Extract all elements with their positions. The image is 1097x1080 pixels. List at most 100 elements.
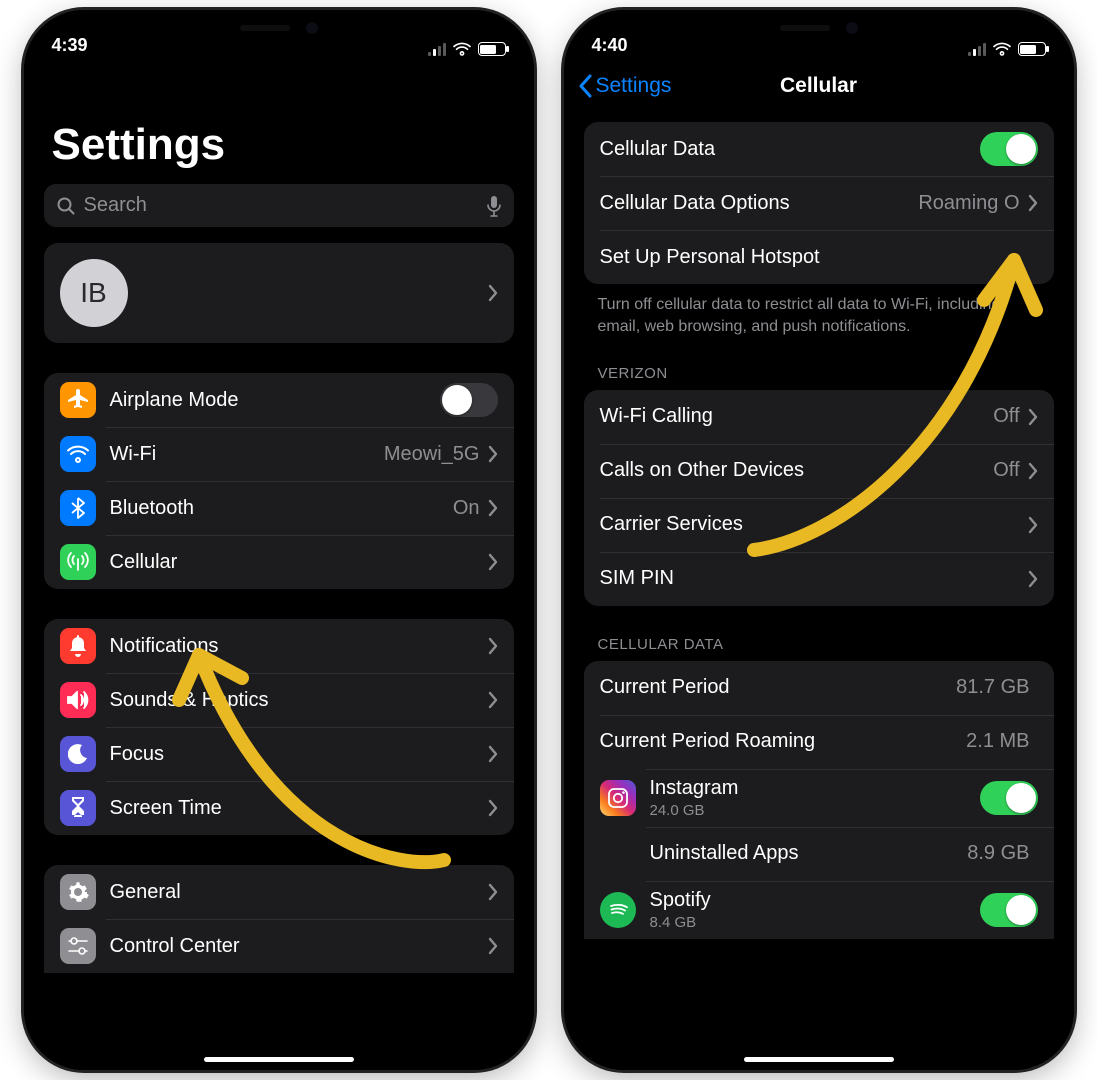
sim-pin-label: SIM PIN	[600, 567, 1028, 590]
bluetooth-cell[interactable]: Bluetooth On	[44, 481, 514, 535]
general-label: General	[110, 881, 488, 904]
screentime-label: Screen Time	[110, 797, 488, 820]
battery-icon	[1018, 42, 1046, 56]
notifications-label: Notifications	[110, 635, 488, 658]
airplane-label: Airplane Mode	[110, 389, 440, 412]
wifi-cell[interactable]: Wi-Fi Meowi_5G	[44, 427, 514, 481]
controlcenter-cell[interactable]: Control Center	[44, 919, 514, 973]
chevron-right-icon	[488, 499, 498, 517]
profile-group: IB	[44, 243, 514, 343]
instagram-cell[interactable]: Instagram 24.0 GB	[584, 769, 1054, 827]
airplane-toggle[interactable]	[440, 383, 498, 417]
signal-icon	[968, 43, 986, 56]
bluetooth-icon	[60, 490, 96, 526]
airplane-icon	[60, 382, 96, 418]
nav-bar: Settings Cellular	[564, 60, 1074, 112]
spotify-cell[interactable]: Spotify 8.4 GB	[584, 881, 1054, 939]
chevron-right-icon	[488, 937, 498, 955]
sounds-label: Sounds & Haptics	[110, 689, 488, 712]
cellular-data-label: Cellular Data	[600, 138, 980, 161]
notch	[739, 10, 899, 46]
calls-other-label: Calls on Other Devices	[600, 459, 994, 482]
wifi-calling-value: Off	[993, 405, 1019, 428]
profile-cell[interactable]: IB	[44, 243, 514, 343]
instagram-icon	[600, 780, 636, 816]
search-input[interactable]	[84, 194, 478, 217]
sounds-cell[interactable]: Sounds & Haptics	[44, 673, 514, 727]
carrier-services-cell[interactable]: Carrier Services	[584, 498, 1054, 552]
chevron-right-icon	[488, 284, 498, 302]
sim-pin-cell[interactable]: SIM PIN	[584, 552, 1054, 606]
notifications-cell[interactable]: Notifications	[44, 619, 514, 673]
calls-other-value: Off	[993, 459, 1019, 482]
home-indicator[interactable]	[744, 1057, 894, 1062]
screen-settings: 4:39 Settings IB	[24, 10, 534, 1070]
antenna-icon	[60, 544, 96, 580]
spotify-toggle[interactable]	[980, 893, 1038, 927]
current-roaming-label: Current Period Roaming	[600, 730, 967, 753]
avatar: IB	[60, 259, 128, 327]
spotify-label: Spotify	[650, 889, 711, 911]
search-icon	[56, 196, 76, 216]
nav-title: Cellular	[780, 74, 857, 98]
cellular-options-cell[interactable]: Cellular Data Options Roaming O	[584, 176, 1054, 230]
focus-cell[interactable]: Focus	[44, 727, 514, 781]
carrier-header: VERIZON	[598, 365, 1040, 382]
chevron-right-icon	[488, 553, 498, 571]
general-group: General Control Center	[44, 865, 514, 973]
current-period-cell[interactable]: Current Period 81.7 GB	[584, 661, 1054, 715]
general-cell[interactable]: General	[44, 865, 514, 919]
cellular-label: Cellular	[110, 551, 488, 574]
instagram-label: Instagram	[650, 777, 739, 799]
spacer-icon	[600, 836, 636, 872]
uninstalled-label: Uninstalled Apps	[650, 842, 968, 865]
attention-group: Notifications Sounds & Haptics Focus	[44, 619, 514, 835]
carrier-services-label: Carrier Services	[600, 513, 1028, 536]
chevron-right-icon	[1028, 408, 1038, 426]
back-button[interactable]: Settings	[578, 60, 672, 112]
chevron-right-icon	[1028, 462, 1038, 480]
cellular-options-label: Cellular Data Options	[600, 192, 919, 215]
status-time: 4:40	[592, 35, 628, 56]
hotspot-cell[interactable]: Set Up Personal Hotspot	[584, 230, 1054, 284]
microphone-icon[interactable]	[486, 195, 502, 217]
cellular-data-toggle[interactable]	[980, 132, 1038, 166]
wifi-icon	[453, 42, 471, 56]
cellular-cell[interactable]: Cellular	[44, 535, 514, 589]
data-usage-group: Current Period 81.7 GB Current Period Ro…	[584, 661, 1054, 939]
cellular-top-group: Cellular Data Cellular Data Options Roam…	[584, 122, 1054, 284]
screentime-cell[interactable]: Screen Time	[44, 781, 514, 835]
signal-icon	[428, 43, 446, 56]
spotify-icon	[600, 892, 636, 928]
chevron-right-icon	[1028, 516, 1038, 534]
spotify-value: 8.4 GB	[650, 914, 980, 931]
chevron-right-icon	[1028, 570, 1038, 588]
wifi-calling-cell[interactable]: Wi-Fi Calling Off	[584, 390, 1054, 444]
bluetooth-label: Bluetooth	[110, 497, 453, 520]
airplane-mode-cell[interactable]: Airplane Mode	[44, 373, 514, 427]
instagram-toggle[interactable]	[980, 781, 1038, 815]
sounds-icon	[60, 682, 96, 718]
cellular-data-cell[interactable]: Cellular Data	[584, 122, 1054, 176]
home-indicator[interactable]	[204, 1057, 354, 1062]
cellular-footer-note: Turn off cellular data to restrict all d…	[598, 294, 1040, 339]
uninstalled-value: 8.9 GB	[967, 842, 1029, 865]
chevron-right-icon	[488, 745, 498, 763]
calls-other-cell[interactable]: Calls on Other Devices Off	[584, 444, 1054, 498]
focus-icon	[60, 736, 96, 772]
uninstalled-apps-cell[interactable]: Uninstalled Apps 8.9 GB	[584, 827, 1054, 881]
wifi-calling-label: Wi-Fi Calling	[600, 405, 994, 428]
search-field[interactable]	[44, 184, 514, 227]
controlcenter-icon	[60, 928, 96, 964]
wifi-value: Meowi_5G	[384, 443, 480, 466]
hotspot-link: Set Up Personal Hotspot	[600, 246, 1038, 269]
wifi-icon	[993, 42, 1011, 56]
current-roaming-cell[interactable]: Current Period Roaming 2.1 MB	[584, 715, 1054, 769]
chevron-right-icon	[488, 691, 498, 709]
controlcenter-label: Control Center	[110, 935, 488, 958]
status-time: 4:39	[52, 35, 88, 56]
phone-settings: 4:39 Settings IB	[24, 10, 534, 1070]
chevron-right-icon	[488, 883, 498, 901]
chevron-right-icon	[488, 445, 498, 463]
chevron-right-icon	[488, 637, 498, 655]
